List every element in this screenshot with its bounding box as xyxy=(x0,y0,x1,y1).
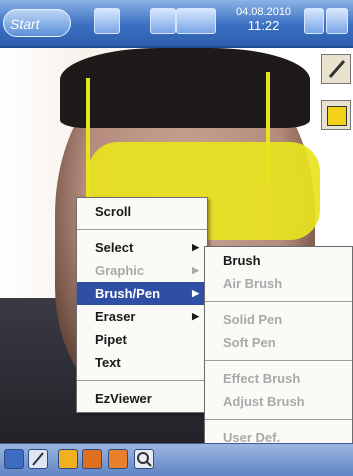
submenu-item-adjust-brush: Adjust Brush xyxy=(223,394,305,409)
menu-item-eraser[interactable]: Eraser ▶ xyxy=(77,305,207,328)
submenu-item-brush[interactable]: Brush xyxy=(205,249,352,272)
pen-tool-icon[interactable] xyxy=(321,54,351,84)
start-label: Start xyxy=(10,16,40,32)
brush-submenu: Brush Air Brush Solid Pen Soft Pen Effec… xyxy=(204,246,353,452)
menu-separator xyxy=(77,380,207,381)
brush-stroke-right xyxy=(266,72,270,182)
zoom-icon[interactable] xyxy=(134,449,154,469)
submenu-separator xyxy=(205,301,352,302)
submenu-item-effect-brush: Effect Brush xyxy=(223,371,301,386)
program-icon[interactable] xyxy=(94,8,120,34)
submenu-arrow-icon: ▶ xyxy=(192,242,199,252)
menu-item-brush-pen[interactable]: Brush/Pen ▶ xyxy=(77,282,207,305)
calendar-icon[interactable] xyxy=(176,8,216,34)
submenu-item-soft-pen: Soft Pen xyxy=(223,335,276,350)
start-button[interactable]: Start xyxy=(3,9,71,37)
menu-item-text[interactable]: Text xyxy=(77,351,207,374)
menu-separator xyxy=(77,229,207,230)
pen-icon[interactable] xyxy=(28,449,48,469)
menu-item-pipet[interactable]: Pipet xyxy=(77,328,207,351)
menu-item-ezviewer[interactable]: EzViewer xyxy=(77,387,207,410)
color-swatch-fill xyxy=(327,106,347,126)
menu-item-select[interactable]: Select ▶ xyxy=(77,236,207,259)
clock[interactable]: 04.08.2010 11:22 xyxy=(236,6,291,32)
color-swatch[interactable] xyxy=(321,100,351,130)
eraser-icon[interactable] xyxy=(108,449,128,469)
submenu-arrow-icon: ▶ xyxy=(192,311,199,321)
submenu-item-solid-pen: Solid Pen xyxy=(223,312,283,327)
time-text: 11:22 xyxy=(247,18,280,33)
bottom-toolbar xyxy=(0,443,353,476)
submenu-separator xyxy=(205,360,352,361)
submenu-arrow-icon: ▶ xyxy=(192,265,199,275)
context-menu: Scroll Select ▶ Graphic ▶ Brush/Pen ▶ Erase… xyxy=(76,197,208,413)
submenu-item-air-brush: Air Brush xyxy=(223,276,283,291)
volume-icon[interactable] xyxy=(304,8,324,34)
signal-icon[interactable] xyxy=(150,8,176,34)
photo-hair xyxy=(60,48,310,128)
menu-item-graphic: Graphic ▶ xyxy=(77,259,207,282)
pause-icon[interactable] xyxy=(58,449,78,469)
menu-item-scroll[interactable]: Scroll xyxy=(77,200,207,223)
brush-icon[interactable] xyxy=(82,449,102,469)
brush-stroke-left xyxy=(86,78,90,198)
submenu-separator xyxy=(205,419,352,420)
info-icon[interactable] xyxy=(4,449,24,469)
close-icon[interactable] xyxy=(326,8,348,34)
submenu-arrow-icon: ▶ xyxy=(192,288,199,298)
taskbar: Start 04.08.2010 11:22 xyxy=(0,0,353,48)
